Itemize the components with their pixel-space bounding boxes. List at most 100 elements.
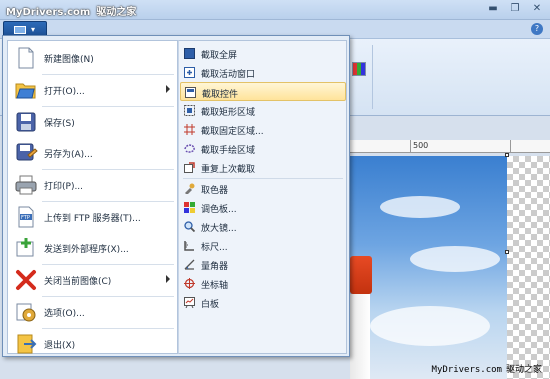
resize-handle[interactable] — [505, 153, 509, 157]
color-picker-icon — [185, 183, 195, 194]
canvas-image[interactable] — [350, 156, 507, 379]
menu-item-capture-fullscreen[interactable]: 截取全屏 — [180, 44, 346, 63]
menu-item-send-external[interactable]: 发送到外部程序(X)... — [8, 233, 177, 263]
close-button[interactable]: ✕ — [530, 3, 544, 16]
cloud — [370, 306, 490, 346]
minimize-button[interactable]: ▬ — [486, 3, 500, 16]
menu-item-new-image[interactable]: 新建图像(N) — [8, 43, 177, 73]
menu-item-label: 上传到 FTP 服务器(T)... — [44, 214, 141, 224]
menu-item-label: 取色器 — [201, 186, 229, 196]
menu-item-label: 截取控件 — [202, 90, 239, 100]
menu-item-label: 截取全屏 — [201, 51, 238, 61]
fullscreen-capture-icon — [184, 48, 195, 59]
menu-item-color-picker[interactable]: 取色器 — [180, 179, 346, 198]
transparent-canvas-area — [507, 156, 550, 379]
ribbon-divider — [372, 45, 373, 109]
ruler-tick — [410, 140, 411, 153]
menu-item-label: 截取手绘区域 — [201, 146, 256, 156]
menu-item-whiteboard[interactable]: 白板 — [180, 293, 346, 312]
menu-item-label: 打印(P)... — [44, 182, 84, 192]
cloud — [380, 196, 460, 218]
protractor-icon — [184, 259, 195, 270]
menu-item-label: 坐标轴 — [201, 281, 229, 291]
chevron-down-icon: ▾ — [31, 25, 36, 34]
menu-item-print[interactable]: 打印(P)... — [8, 170, 177, 200]
watermark-site: MyDrivers.com — [6, 7, 91, 18]
crosshair-icon — [184, 278, 195, 289]
menu-item-ruler[interactable]: 标尺... — [180, 236, 346, 255]
help-icon[interactable]: ? — [531, 23, 543, 35]
ruler-icon — [184, 241, 194, 251]
menu-item-capture-window[interactable]: 截取活动窗口 — [180, 63, 346, 82]
menu-item-label: 截取矩形区域 — [201, 108, 256, 118]
menu-item-magnifier[interactable]: 放大镜... — [180, 217, 346, 236]
menu-item-repeat-capture[interactable]: 重复上次截取 — [180, 158, 346, 177]
menu-item-upload-ftp[interactable]: FTP 上传到 FTP 服务器(T)... — [8, 202, 177, 232]
control-capture-icon — [185, 87, 196, 98]
ruler-tick — [510, 140, 511, 153]
repeat-capture-icon — [184, 162, 195, 173]
menu-item-capture-rectangle[interactable]: 截取矩形区域 — [180, 101, 346, 120]
menu-item-capture-freehand[interactable]: 截取手绘区域 — [180, 139, 346, 158]
menu-item-label: 打开(O)... — [44, 87, 85, 97]
menu-item-capture-fixed-region[interactable]: 截取固定区域... — [180, 120, 346, 139]
menu-item-capture-control[interactable]: 截取控件 — [180, 82, 346, 101]
menu-item-label: 白板 — [201, 300, 220, 310]
application-menu-icon — [14, 26, 26, 34]
window-controls: ▬ ❐ ✕ — [486, 3, 544, 16]
menu-item-label: 新建图像(N) — [44, 55, 94, 65]
menu-item-label: 调色板... — [201, 205, 237, 215]
new-file-icon — [18, 47, 34, 69]
menu-item-label: 退出(X) — [44, 341, 76, 351]
palette-icon[interactable] — [352, 62, 366, 76]
printer-icon — [15, 175, 37, 195]
resize-handle[interactable] — [505, 250, 509, 254]
menu-item-label: 放大镜... — [201, 224, 237, 234]
bottle-cap — [350, 256, 372, 294]
palette-icon — [184, 202, 195, 213]
watermark-cn: 驱动之家 — [505, 365, 542, 375]
ruler-label-500: 500 — [413, 141, 429, 150]
menu-item-label: 标尺... — [201, 243, 228, 253]
ftp-icon: FTP — [18, 206, 34, 228]
title-bar: MyDrivers.com 驱动之家 ▬ ❐ ✕ — [0, 0, 550, 20]
submenu-arrow-icon — [166, 85, 170, 93]
exit-icon — [17, 334, 37, 354]
fixed-region-icon — [184, 124, 195, 135]
freehand-capture-icon — [184, 144, 195, 153]
menu-item-label: 截取活动窗口 — [201, 70, 256, 80]
menu-item-label: 重复上次截取 — [201, 165, 256, 175]
menu-item-label: 关闭当前图像(C) — [44, 277, 112, 287]
bottle-body — [350, 294, 370, 379]
menu-right-pane: 截取全屏 截取活动窗口 截取控件 截取矩形区域 截取固定区域... 截取手绘区域… — [178, 40, 347, 354]
menu-item-options[interactable]: 选项(O)... — [8, 297, 177, 327]
options-gear-icon — [16, 303, 36, 322]
window-capture-icon — [184, 67, 195, 78]
menu-item-protractor[interactable]: 量角器 — [180, 255, 346, 274]
menu-item-exit[interactable]: 退出(X) — [8, 329, 177, 359]
menu-item-label: 发送到外部程序(X)... — [44, 245, 129, 255]
menu-left-pane: 新建图像(N) 打开(O)... 保存(S) 另存为(A)... 打印(P)..… — [7, 40, 178, 354]
svg-text:FTP: FTP — [21, 215, 30, 221]
menu-item-label: 截取固定区域... — [201, 127, 264, 137]
menu-item-save[interactable]: 保存(S) — [8, 107, 177, 137]
menu-item-close-image[interactable]: 关闭当前图像(C) — [8, 265, 177, 295]
menu-item-label: 量角器 — [201, 262, 229, 272]
menu-item-save-as[interactable]: 另存为(A)... — [8, 138, 177, 168]
watermark-site: MyDrivers.com — [431, 365, 502, 375]
close-image-icon — [16, 270, 36, 290]
application-menu: 新建图像(N) 打开(O)... 保存(S) 另存为(A)... 打印(P)..… — [2, 35, 350, 357]
restore-button[interactable]: ❐ — [508, 3, 522, 16]
save-icon — [16, 112, 36, 132]
save-as-icon — [16, 143, 38, 161]
horizontal-ruler — [348, 140, 550, 153]
watermark-cn: 驱动之家 — [96, 7, 137, 18]
menu-item-crosshair[interactable]: 坐标轴 — [180, 274, 346, 293]
menu-item-open[interactable]: 打开(O)... — [8, 75, 177, 105]
whiteboard-icon — [184, 297, 195, 308]
menu-item-label: 选项(O)... — [44, 309, 85, 319]
menu-item-palette[interactable]: 调色板... — [180, 198, 346, 217]
watermark-bottom: MyDrivers.com 驱动之家 — [432, 362, 542, 375]
open-folder-icon — [15, 83, 36, 99]
submenu-arrow-icon — [166, 275, 170, 283]
